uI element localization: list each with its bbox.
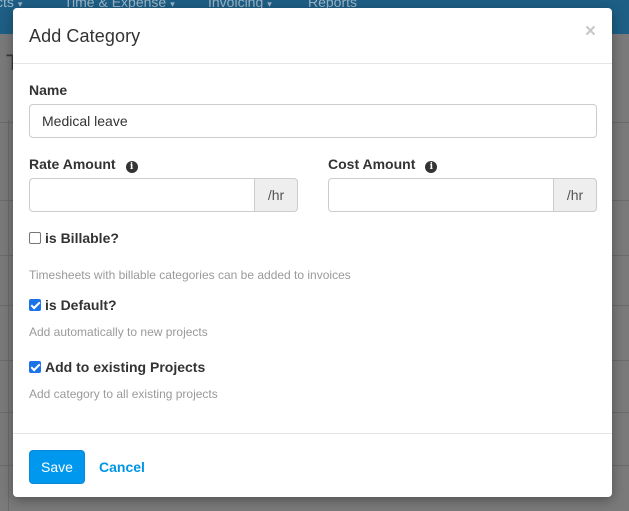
rate-amount-label: Rate Amount i (29, 156, 138, 173)
cost-amount-input[interactable] (328, 178, 553, 212)
name-input[interactable] (29, 104, 597, 138)
rate-amount-input[interactable] (29, 178, 254, 212)
info-icon[interactable]: i (125, 161, 138, 173)
rate-amount-unit: /hr (254, 178, 298, 212)
default-help-text: Add automatically to new projects (29, 325, 208, 339)
default-checkbox[interactable] (29, 299, 41, 311)
cancel-button[interactable]: Cancel (97, 450, 147, 484)
cost-amount-group: /hr (328, 178, 597, 212)
billable-checkbox-row[interactable]: is Billable? (29, 230, 119, 246)
billable-checkbox[interactable] (29, 232, 41, 244)
existing-projects-label: Add to existing Projects (45, 359, 206, 375)
existing-projects-help-text: Add category to all existing projects (29, 387, 218, 401)
save-button[interactable]: Save (29, 450, 85, 484)
rate-amount-group: /hr (29, 178, 298, 212)
billable-label: is Billable? (45, 230, 119, 246)
cost-amount-label-text: Cost Amount (328, 156, 416, 172)
cost-amount-label: Cost Amount i (328, 156, 438, 173)
close-icon[interactable]: × (585, 22, 596, 41)
name-label: Name (29, 82, 68, 98)
modal-header: Add Category × (13, 8, 612, 64)
default-label: is Default? (45, 297, 117, 313)
add-category-modal: Add Category × Name Rate Amount i /hr Cos… (13, 8, 612, 497)
default-checkbox-row[interactable]: is Default? (29, 297, 117, 313)
background-divider (8, 120, 9, 511)
info-icon[interactable]: i (425, 161, 438, 173)
modal-title: Add Category (29, 26, 141, 46)
modal-footer: Save Cancel (13, 433, 612, 497)
existing-projects-checkbox[interactable] (29, 361, 41, 373)
cost-amount-unit: /hr (553, 178, 597, 212)
rate-amount-label-text: Rate Amount (29, 156, 116, 172)
existing-projects-checkbox-row[interactable]: Add to existing Projects (29, 359, 205, 375)
billable-help-text: Timesheets with billable categories can … (29, 268, 351, 282)
